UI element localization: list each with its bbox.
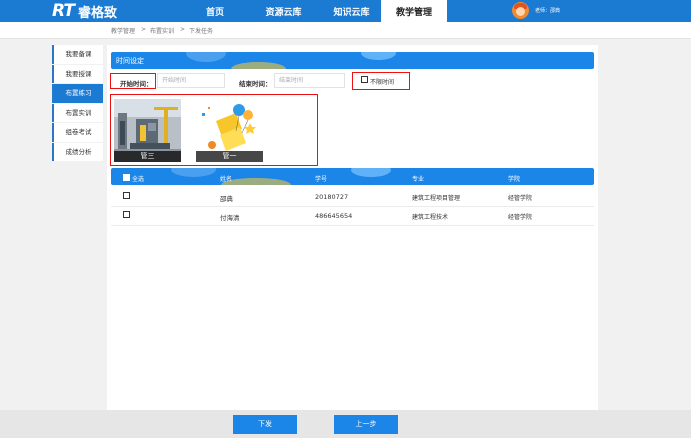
cell-student-id: 20180727 [315,193,349,201]
logo[interactable]: RT 睿格致 [52,1,117,21]
sidebar-item-prepare[interactable]: 我要备课 [52,45,103,64]
logo-text: 睿格致 [77,5,117,21]
time-section-header: 时间设定 [111,52,594,69]
end-time-label: 结束时间： [239,80,272,88]
select-all-label: 全选 [132,176,145,183]
breadcrumb-task: 下发任务 [189,28,214,35]
header-decoration [361,52,396,60]
row-checkbox[interactable] [123,211,130,218]
column-header-major: 专业 [412,176,425,183]
cell-major: 建筑工程技术 [412,214,449,221]
cell-student-id: 486645654 [315,212,353,220]
avatar-face [516,7,525,16]
logo-mark: RT [52,1,75,21]
task-card[interactable]: 管一 [196,99,263,162]
breadcrumb: 教学管理 > 布置实训 > 下发任务 [0,22,691,39]
sidebar-item-exercise[interactable]: 布置练习 [52,84,103,103]
cell-college: 经管学院 [508,195,533,202]
sidebar-item-teach[interactable]: 我要授课 [52,64,103,83]
nav-home[interactable]: 首页 [194,0,236,22]
column-header-name: 姓名 [220,176,233,183]
breadcrumb-training[interactable]: 布置实训 [150,26,174,35]
sidebar-item-exam[interactable]: 组卷考试 [52,123,103,142]
cell-name: 邵典 [220,195,233,203]
previous-step-button[interactable]: 上一步 [334,415,398,434]
column-header-college: 学院 [508,176,521,183]
cell-name: 付海清 [220,214,240,222]
unlimited-time-label: 不限时间 [370,79,395,86]
header-decoration [231,62,286,69]
select-all-checkbox[interactable] [123,174,130,181]
header-decoration [351,168,391,177]
avatar[interactable] [512,2,529,19]
sidebar-item-training[interactable]: 布置实训 [52,103,103,122]
header-decoration [171,168,216,177]
unlimited-time-checkbox[interactable] [361,76,368,83]
cell-college: 经管学院 [508,214,533,221]
task-card[interactable]: 管三 [114,99,181,162]
row-divider [111,225,594,226]
column-header-student-id: 学号 [315,176,328,183]
sidebar: 我要备课 我要授课 布置练习 布置实训 组卷考试 成绩分析 [52,45,103,162]
time-section-title: 时间设定 [116,57,144,65]
submit-button[interactable]: 下发 [233,415,297,434]
user-name[interactable]: 老师：邵典 [535,7,560,14]
breadcrumb-separator: > [180,26,186,33]
top-navigation-bar: RT 睿格致 首页 资源云库 知识云库 教学管理 老师：邵典 [0,0,691,22]
row-checkbox[interactable] [123,192,130,199]
table-header [111,168,594,185]
start-label-highlight [110,73,156,89]
card-caption: 管一 [196,151,263,162]
cell-major: 建筑工程项目管理 [412,195,461,202]
header-decoration [186,52,226,62]
nav-teaching-management[interactable]: 教学管理 [381,0,447,22]
nav-resource-library[interactable]: 资源云库 [256,0,311,22]
breadcrumb-teaching[interactable]: 教学管理 [111,26,135,35]
main-panel: 时间设定 开始时间： 开始时间 结束时间： 结束时间 不限时间 管三 管一 全选… [107,45,598,410]
nav-knowledge-library[interactable]: 知识云库 [324,0,379,22]
start-time-input[interactable]: 开始时间 [157,73,225,88]
breadcrumb-separator: > [141,26,147,33]
card-caption: 管三 [114,151,181,162]
sidebar-item-scores[interactable]: 成绩分析 [52,142,103,161]
end-time-input[interactable]: 结束时间 [274,73,345,88]
row-divider [111,206,594,207]
